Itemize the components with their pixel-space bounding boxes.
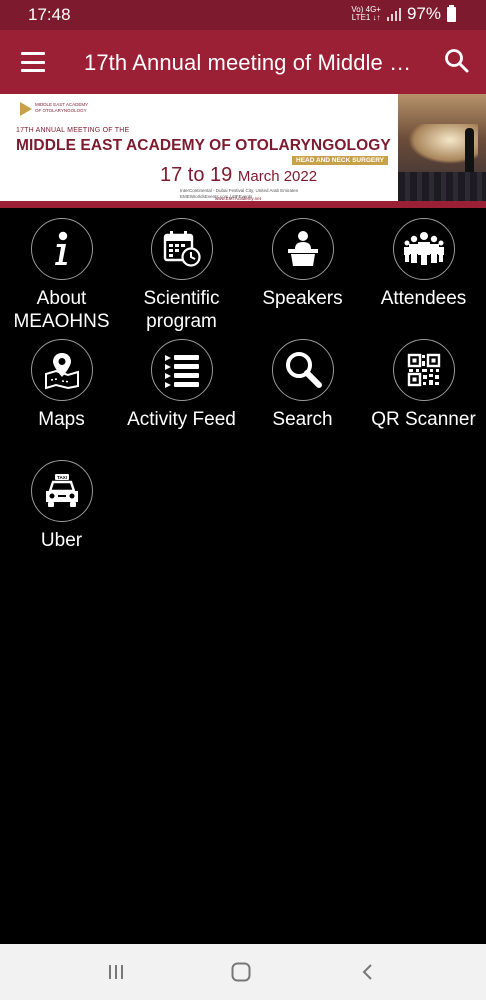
tile-attendees[interactable]: Attendees bbox=[363, 218, 484, 310]
speaker-podium-icon bbox=[287, 231, 318, 266]
tile-scientific-program-label: Scientific program bbox=[143, 288, 220, 332]
calendar-clock-icon bbox=[163, 231, 201, 267]
status-bar: 17:48 Vo) 4G+ LTE1 ↓↑ 97% bbox=[0, 0, 486, 30]
home-button[interactable] bbox=[221, 958, 261, 986]
app-bar: 17th Annual meeting of Middle East Acade… bbox=[0, 30, 486, 94]
tile-about-label: About MEAOHNS bbox=[13, 288, 110, 332]
signal-icon bbox=[386, 7, 401, 21]
map-pin-icon bbox=[44, 353, 79, 390]
search-button[interactable] bbox=[442, 46, 472, 76]
svg-text:TAXI: TAXI bbox=[57, 475, 67, 480]
recents-icon bbox=[109, 965, 123, 979]
tile-maps-label: Maps bbox=[38, 409, 85, 430]
banner-text: Middle East Academy of Otolaryngology 17… bbox=[10, 94, 410, 208]
tile-about[interactable]: About MEAOHNS bbox=[1, 218, 122, 333]
academy-logo-text: Middle East Academy of Otolaryngology bbox=[35, 102, 89, 113]
network-indicator: Vo) 4G+ LTE1 ↓↑ bbox=[351, 5, 381, 22]
tile-activity-feed[interactable]: Activity Feed bbox=[121, 339, 242, 431]
academy-logo-mark-icon bbox=[20, 102, 32, 116]
magnifier-icon bbox=[285, 352, 322, 388]
battery-percent: 97% bbox=[406, 4, 441, 23]
tile-scientific-program[interactable]: Scientific program bbox=[121, 218, 242, 333]
status-indicators: Vo) 4G+ LTE1 ↓↑ 97% bbox=[351, 4, 456, 24]
banner-subheading: 17th Annual Meeting of the bbox=[16, 127, 130, 134]
event-banner[interactable]: Middle East Academy of Otolaryngology 17… bbox=[0, 94, 486, 208]
group-people-icon bbox=[403, 232, 444, 265]
tile-speakers[interactable]: Speakers bbox=[242, 218, 363, 310]
taxi-icon: TAXI bbox=[45, 474, 78, 507]
tile-uber-label: Uber bbox=[40, 530, 83, 551]
tile-search-label: Search bbox=[272, 409, 333, 430]
academy-logo: Middle East Academy of Otolaryngology bbox=[20, 102, 95, 116]
list-icon bbox=[164, 355, 199, 388]
hamburger-menu-icon bbox=[21, 52, 45, 55]
app-title: 17th Annual meeting of Middle East Acade… bbox=[84, 50, 422, 75]
tile-activity-feed-label: Activity Feed bbox=[127, 409, 236, 430]
info-icon bbox=[54, 231, 67, 265]
menu-button[interactable] bbox=[18, 48, 48, 76]
battery-icon bbox=[447, 4, 456, 22]
tile-maps[interactable]: Maps bbox=[1, 339, 122, 431]
banner-stripe bbox=[0, 201, 486, 208]
home-icon bbox=[231, 962, 251, 982]
tile-qr-scanner-label: QR Scanner bbox=[371, 409, 476, 430]
back-button[interactable] bbox=[348, 958, 388, 986]
tile-qr-scanner[interactable]: QR Scanner bbox=[363, 339, 484, 431]
search-icon bbox=[445, 49, 469, 73]
tile-uber[interactable]: TAXI Uber bbox=[1, 460, 122, 552]
conference-photo bbox=[398, 94, 486, 208]
tile-attendees-label: Attendees bbox=[380, 288, 467, 309]
tile-speakers-label: Speakers bbox=[262, 288, 343, 309]
recents-button[interactable] bbox=[96, 958, 136, 986]
banner-dates: 17 to 19 March 2022 bbox=[160, 164, 318, 186]
back-icon bbox=[362, 964, 372, 980]
banner-heading: MIDDLE EAST ACADEMY OF OTOLARYNGOLOGY bbox=[16, 137, 391, 154]
system-nav-bar bbox=[0, 944, 486, 1000]
tile-search[interactable]: Search bbox=[242, 339, 363, 431]
qr-code-icon bbox=[407, 353, 440, 387]
status-time: 17:48 bbox=[28, 5, 71, 24]
